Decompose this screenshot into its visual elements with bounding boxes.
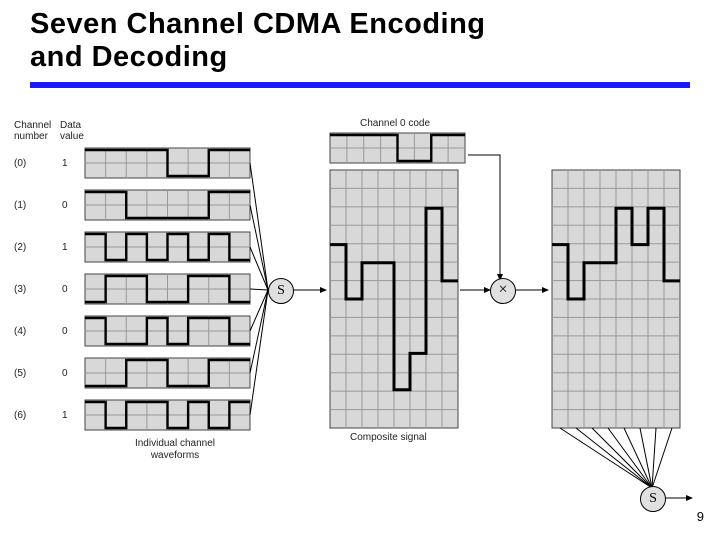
channel-header-2: number xyxy=(14,131,48,142)
sum-operator: S xyxy=(268,278,294,304)
ch-num-6: (6) xyxy=(14,410,26,421)
ch-val-1: 0 xyxy=(62,200,68,211)
ch-num-1: (1) xyxy=(14,200,26,211)
ch-val-6: 1 xyxy=(62,410,68,421)
title-underline xyxy=(30,82,690,88)
ch-val-3: 0 xyxy=(62,284,68,295)
individual-label-1: Individual channel xyxy=(110,438,240,449)
ch-num-2: (2) xyxy=(14,242,26,253)
ch-num-5: (5) xyxy=(14,368,26,379)
individual-label-2: waveforms xyxy=(110,450,240,461)
ch-val-2: 1 xyxy=(62,242,68,253)
ch-val-0: 1 xyxy=(62,158,68,169)
multiply-symbol: × xyxy=(498,281,507,299)
ch-val-4: 0 xyxy=(62,326,68,337)
ch-val-5: 0 xyxy=(62,368,68,379)
title-line-1: Seven Channel CDMA Encoding xyxy=(30,8,486,40)
page-title: Seven Channel CDMA Encoding and Decoding xyxy=(30,8,486,75)
ch-num-3: (3) xyxy=(14,284,26,295)
data-header-2: value xyxy=(60,131,84,142)
multiply-operator: × xyxy=(490,278,516,304)
data-header-1: Data xyxy=(60,120,81,131)
channel-header-1: Channel xyxy=(14,120,51,131)
sum-operator-2: S xyxy=(640,486,666,512)
connectors-svg xyxy=(0,0,720,540)
title-line-2: and Decoding xyxy=(30,41,228,73)
ch-num-0: (0) xyxy=(14,158,26,169)
channel0-code-label: Channel 0 code xyxy=(360,118,430,129)
ch-num-4: (4) xyxy=(14,326,26,337)
decoded-result: 9 xyxy=(697,509,704,524)
sum-symbol-2: S xyxy=(649,491,657,507)
composite-label: Composite signal xyxy=(350,432,427,443)
sum-symbol: S xyxy=(277,283,285,299)
channel-waveforms-svg xyxy=(0,0,720,540)
